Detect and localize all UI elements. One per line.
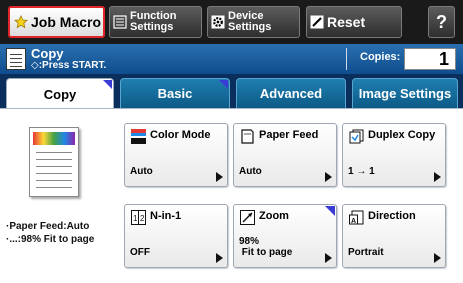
- direction-value: Portrait: [348, 247, 384, 258]
- copies-label: Copies:: [360, 51, 401, 63]
- device-settings-button[interactable]: Device Settings: [207, 6, 300, 38]
- copy-mode-icon: [6, 48, 26, 70]
- n-in-1-icon: 12: [131, 210, 146, 225]
- reset-button[interactable]: Reset: [306, 6, 402, 38]
- svg-text:A: A: [351, 218, 356, 225]
- mode-instruction: ◇:Press START.: [31, 60, 107, 71]
- tab-copy[interactable]: Copy: [6, 78, 114, 109]
- star-icon: [14, 15, 28, 29]
- function-settings-label: Function Settings: [130, 10, 177, 33]
- corner-marker: [325, 206, 335, 216]
- tab-copy-label: Copy: [43, 86, 77, 102]
- n-in-1-button[interactable]: 12 N-in-1 OFF: [124, 204, 228, 268]
- mode-header: Copy ◇:Press START. Copies: 1: [0, 44, 463, 74]
- color-mode-button[interactable]: Color Mode Auto: [124, 123, 228, 187]
- preview-panel: ·Paper Feed:Auto ·...:98% Fit to page: [0, 109, 118, 283]
- chevron-right-icon: [325, 172, 332, 182]
- tab-bar: Copy Basic Advanced Image Settings: [0, 74, 463, 109]
- job-macro-button[interactable]: Job Macro: [8, 6, 105, 38]
- n-in-1-label: N-in-1: [150, 210, 182, 222]
- zoom-button[interactable]: Zoom 98% Fit to page: [233, 204, 337, 268]
- chevron-right-icon: [216, 253, 223, 263]
- page-preview-icon: [29, 127, 79, 197]
- function-settings-button[interactable]: Function Settings: [109, 6, 202, 38]
- gear-icon: [211, 15, 225, 29]
- function-list-icon: [113, 15, 127, 29]
- top-toolbar: Job Macro Function Settings Device Setti…: [0, 0, 463, 44]
- tab-basic[interactable]: Basic: [120, 78, 230, 108]
- svg-text:1: 1: [133, 214, 138, 223]
- n-in-1-value: OFF: [130, 247, 150, 258]
- zoom-value: 98% Fit to page: [239, 236, 293, 258]
- zoom-label: Zoom: [259, 210, 289, 222]
- duplex-copy-label: Duplex Copy: [368, 129, 436, 141]
- chevron-right-icon: [216, 172, 223, 182]
- color-mode-icon: [131, 129, 146, 144]
- paper-feed-value: Auto: [239, 166, 262, 177]
- chevron-right-icon: [434, 253, 441, 263]
- direction-label: Direction: [368, 210, 416, 222]
- chevron-right-icon: [434, 172, 441, 182]
- duplex-copy-value: 1 → 1: [348, 166, 375, 177]
- paper-feed-button[interactable]: Paper Feed Auto: [233, 123, 337, 187]
- paper-feed-icon: [240, 129, 255, 144]
- tab-image-settings[interactable]: Image Settings: [352, 78, 458, 108]
- reset-label: Reset: [327, 14, 366, 30]
- tab-corner-marker: [219, 80, 228, 89]
- job-macro-label: Job Macro: [31, 14, 102, 30]
- paper-feed-label: Paper Feed: [259, 129, 319, 141]
- tab-corner-marker: [103, 80, 112, 89]
- tab-basic-label: Basic: [157, 86, 193, 101]
- direction-button[interactable]: A Direction Portrait: [342, 204, 446, 268]
- tab-image-settings-label: Image Settings: [358, 86, 452, 101]
- preview-paper-feed: ·Paper Feed:Auto: [6, 221, 90, 232]
- zoom-icon: [240, 210, 255, 225]
- direction-icon: A: [349, 210, 364, 225]
- device-settings-label: Device Settings: [228, 10, 272, 33]
- duplex-copy-icon: [349, 129, 364, 144]
- copies-input[interactable]: 1: [404, 48, 456, 70]
- mode-title: Copy: [31, 46, 64, 61]
- tab-advanced-label: Advanced: [259, 86, 323, 101]
- chevron-right-icon: [325, 253, 332, 263]
- tab-advanced[interactable]: Advanced: [236, 78, 346, 108]
- copy-main-panel: ·Paper Feed:Auto ·...:98% Fit to page Co…: [0, 108, 463, 283]
- reset-icon: [310, 15, 324, 29]
- svg-text:2: 2: [140, 214, 145, 223]
- help-icon: ?: [436, 11, 447, 32]
- color-mode-value: Auto: [130, 166, 153, 177]
- duplex-copy-button[interactable]: Duplex Copy 1 → 1: [342, 123, 446, 187]
- header-divider: [346, 48, 347, 70]
- help-button[interactable]: ?: [428, 6, 455, 38]
- color-mode-label: Color Mode: [150, 129, 211, 141]
- preview-zoom: ·...:98% Fit to page: [6, 234, 95, 245]
